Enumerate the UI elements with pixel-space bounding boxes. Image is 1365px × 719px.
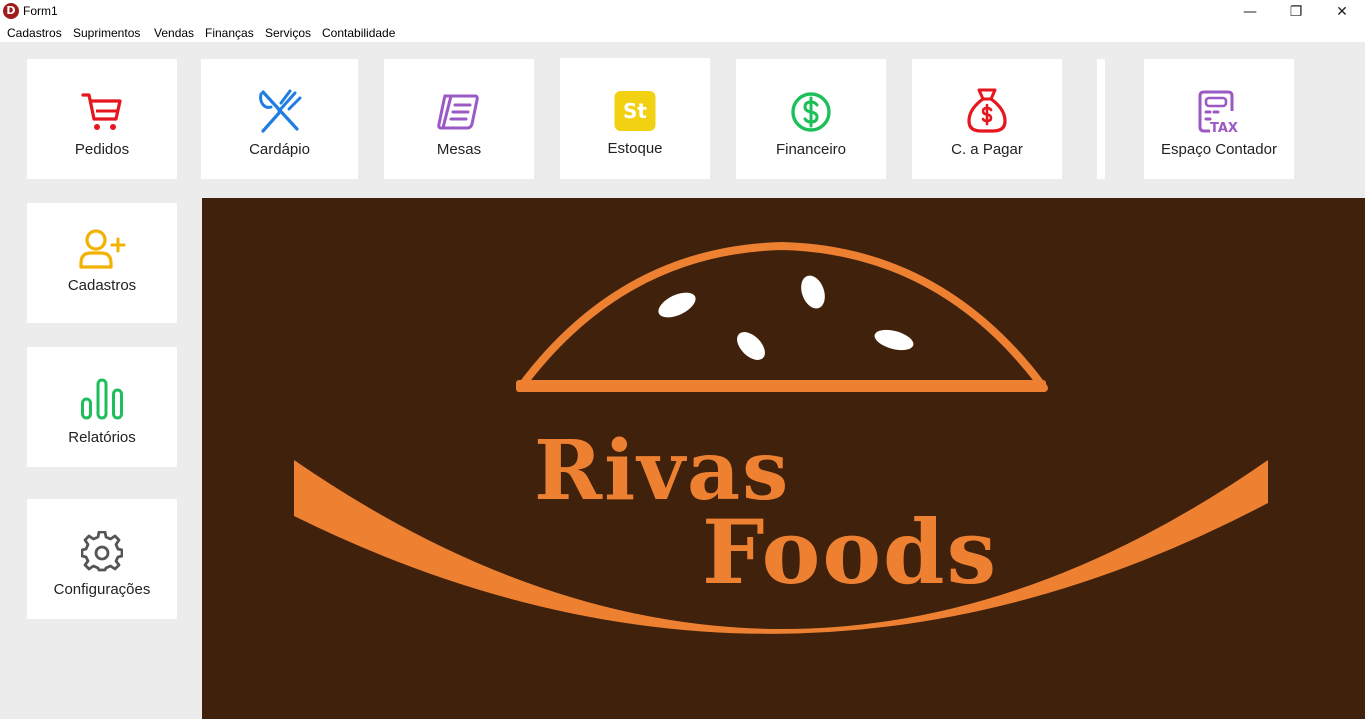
gear-icon (81, 531, 123, 572)
cardapio-button[interactable]: Cardápio (201, 59, 358, 179)
bar-chart-icon (81, 378, 123, 420)
logo-banner: Rivas Foods (202, 198, 1365, 719)
logo-text-foods: Foods (702, 500, 999, 604)
dollar-circle-icon (791, 92, 831, 132)
mesas-button[interactable]: Mesas (384, 59, 534, 179)
financeiro-button[interactable]: Financeiro (736, 59, 886, 179)
menu-financas[interactable]: Finanças (205, 26, 254, 40)
tile-label: Configurações (53, 581, 151, 598)
toolbar-separator (1097, 59, 1105, 179)
tile-label: Estoque (607, 140, 663, 157)
window-title: Form1 (23, 4, 58, 18)
cadastros-button[interactable]: Cadastros (27, 203, 177, 323)
menu-contabilidade[interactable]: Contabilidade (322, 26, 395, 40)
configuracoes-button[interactable]: Configurações (27, 499, 177, 619)
title-bar: D Form1 — ❐ ✕ (0, 0, 1365, 23)
espaco-contador-button[interactable]: TAX Espaço Contador (1144, 59, 1294, 179)
svg-text:TAX: TAX (1210, 121, 1238, 135)
tile-label: Pedidos (74, 141, 130, 158)
money-bag-icon (967, 88, 1007, 133)
tile-label: Financeiro (775, 141, 847, 158)
menu-suprimentos[interactable]: Suprimentos (73, 26, 140, 40)
pedidos-button[interactable]: Pedidos (27, 59, 177, 179)
tile-label: Cardápio (249, 141, 310, 158)
relatorios-button[interactable]: Relatórios (27, 347, 177, 467)
notes-icon (437, 94, 479, 130)
tile-label: Relatórios (68, 429, 136, 446)
tile-label: Cadastros (67, 277, 137, 294)
menu-bar: Cadastros Suprimentos Vendas Finanças Se… (0, 23, 1365, 42)
contas-a-pagar-button[interactable]: C. a Pagar (912, 59, 1062, 179)
restore-button[interactable]: ❐ (1273, 0, 1319, 23)
tile-label: Mesas (436, 141, 482, 158)
menu-cadastros[interactable]: Cadastros (7, 26, 62, 40)
stock-st-icon: St (614, 91, 656, 131)
close-button[interactable]: ✕ (1319, 0, 1365, 23)
cart-icon (81, 93, 122, 130)
minimize-button[interactable]: — (1227, 0, 1273, 23)
menu-vendas[interactable]: Vendas (154, 26, 194, 40)
tile-label: C. a Pagar (951, 141, 1023, 158)
add-user-icon (79, 229, 126, 269)
fork-knife-icon (258, 89, 301, 133)
tax-icon: TAX (1198, 90, 1238, 135)
app-icon: D (3, 3, 19, 19)
estoque-button[interactable]: St Estoque (560, 58, 710, 179)
tile-label: Espaço Contador (1161, 141, 1277, 158)
menu-servicos[interactable]: Serviços (265, 26, 311, 40)
